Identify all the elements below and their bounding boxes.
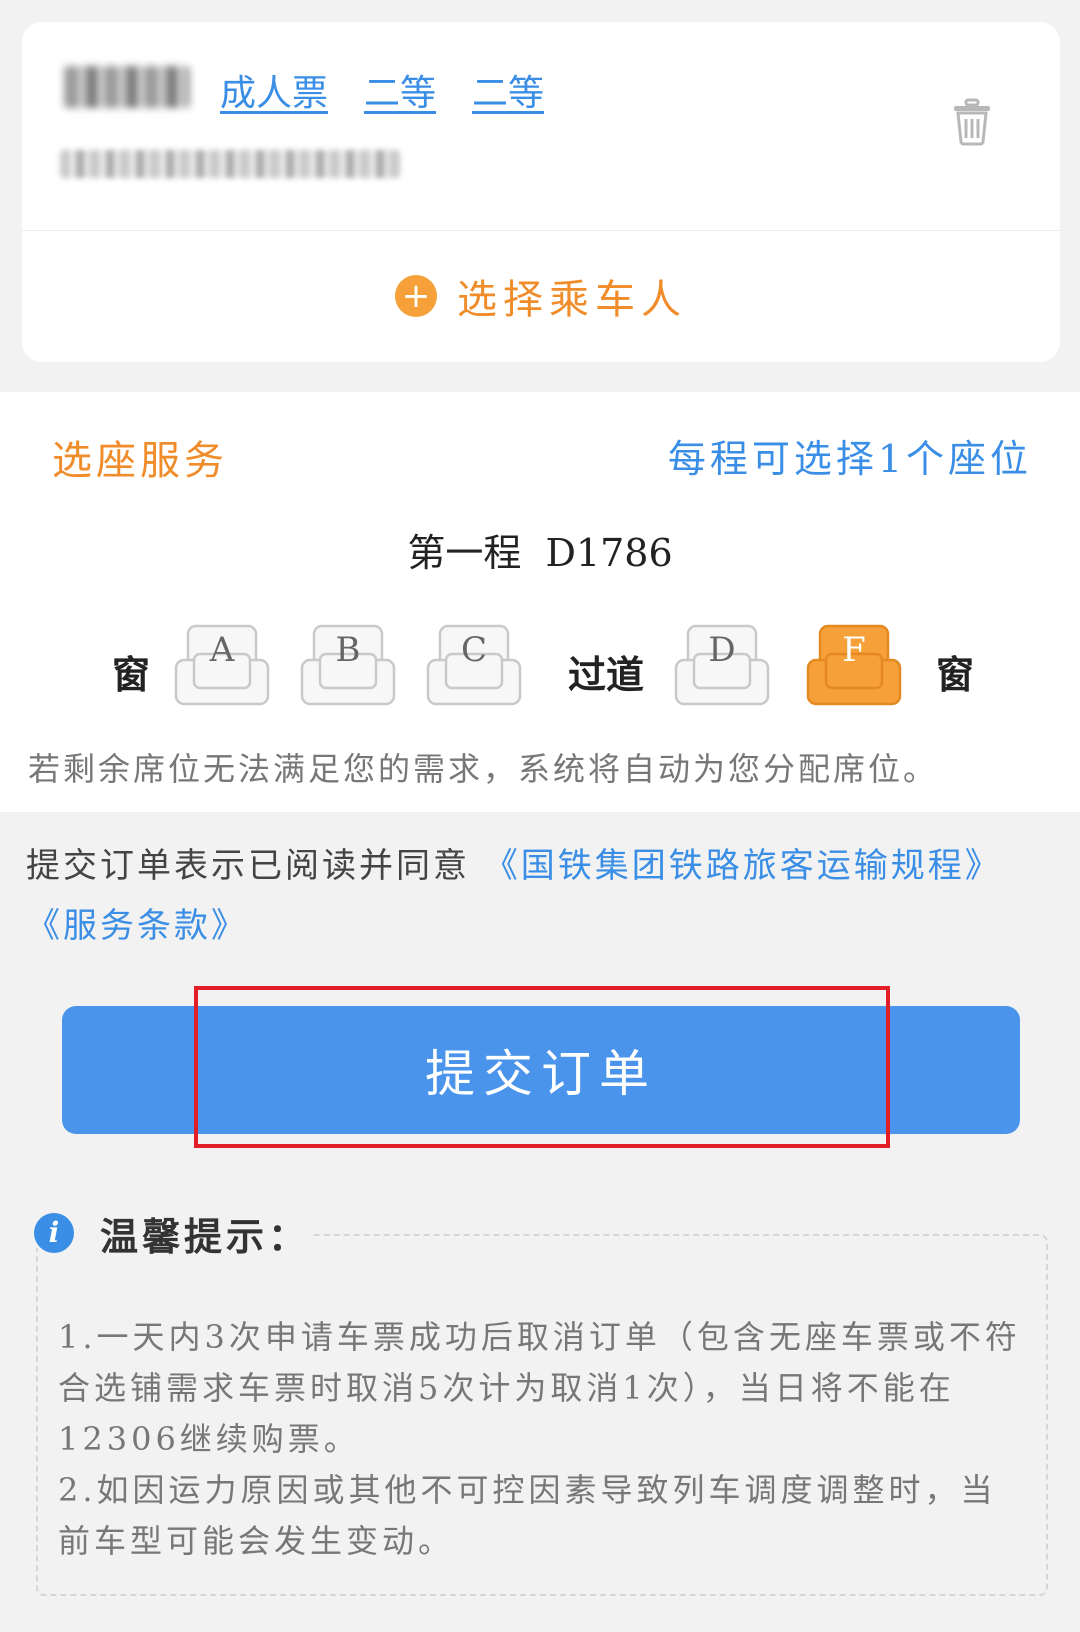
seat-b-letter: B <box>335 630 361 670</box>
window-right-label: 窗 <box>936 652 975 697</box>
ticket-tags: 成人票 二等 二等 <box>220 64 544 116</box>
passenger-row: 成人票 二等 二等 <box>22 22 1060 231</box>
seat-f-letter: F <box>842 630 866 670</box>
trash-icon[interactable] <box>952 98 992 146</box>
highlight-annotation-box <box>194 986 890 1148</box>
trip-label: 第一程 D1786 <box>407 531 673 575</box>
seat-service-title: 选座服务 <box>52 438 228 484</box>
seat-row: 窗 A B C 过道 D F 窗 <box>0 624 1080 716</box>
seat-c[interactable]: C <box>426 624 522 708</box>
window-left-label: 窗 <box>112 652 151 697</box>
seat-b[interactable]: B <box>300 624 396 708</box>
tips-title: 温馨提示： <box>100 1213 311 1259</box>
seat-selection-section: 选座服务 每程可选择1个座位 第一程 D1786 窗 A B C 过道 D F … <box>0 392 1080 812</box>
seat-d-letter: D <box>708 630 736 670</box>
select-passenger-label: 选择乘车人 <box>457 277 687 323</box>
select-passenger-button[interactable]: + 选择乘车人 <box>22 230 1060 362</box>
info-icon: i <box>34 1213 74 1253</box>
aisle-label: 过道 <box>568 652 645 697</box>
seat-a-letter: A <box>209 630 235 670</box>
seat-a[interactable]: A <box>174 624 270 708</box>
seat-d[interactable]: D <box>674 624 770 708</box>
transport-rules-link[interactable]: 《国铁集团铁路旅客运输规程》 <box>484 846 1002 886</box>
passenger-name-redacted <box>64 66 190 108</box>
seat-class-link-2[interactable]: 二等 <box>472 64 544 116</box>
seat-f[interactable]: F <box>806 624 902 708</box>
seat-class-link[interactable]: 二等 <box>364 64 436 116</box>
seat-c-letter: C <box>460 630 487 670</box>
agreement-text: 提交订单表示已阅读并同意 《国铁集团铁路旅客运输规程》《服务条款》 <box>26 836 1056 956</box>
tips-content: 1.一天内3次申请车票成功后取消订单（包含无座车票或不符合选铺需求车票时取消5次… <box>58 1312 1030 1567</box>
tip-item-2: 2.如因运力原因或其他不可控因素导致列车调度调整时，当前车型可能会发生变动。 <box>58 1471 997 1560</box>
passenger-card: 成人票 二等 二等 + 选择乘车人 <box>22 22 1060 362</box>
seat-service-hint: 每程可选择1个座位 <box>667 437 1032 481</box>
passenger-id-redacted <box>60 150 400 178</box>
agreement-prefix: 提交订单表示已阅读并同意 <box>26 846 484 886</box>
plus-circle-icon: + <box>395 275 437 317</box>
tips-header: i 温馨提示： <box>34 1208 311 1259</box>
service-terms-link[interactable]: 《服务条款》 <box>26 906 248 946</box>
ticket-type-link[interactable]: 成人票 <box>220 64 328 116</box>
tip-item-1: 1.一天内3次申请车票成功后取消订单（包含无座车票或不符合选铺需求车票时取消5次… <box>58 1318 1021 1458</box>
seat-allocation-note: 若剩余席位无法满足您的需求，系统将自动为您分配席位。 <box>28 750 939 788</box>
